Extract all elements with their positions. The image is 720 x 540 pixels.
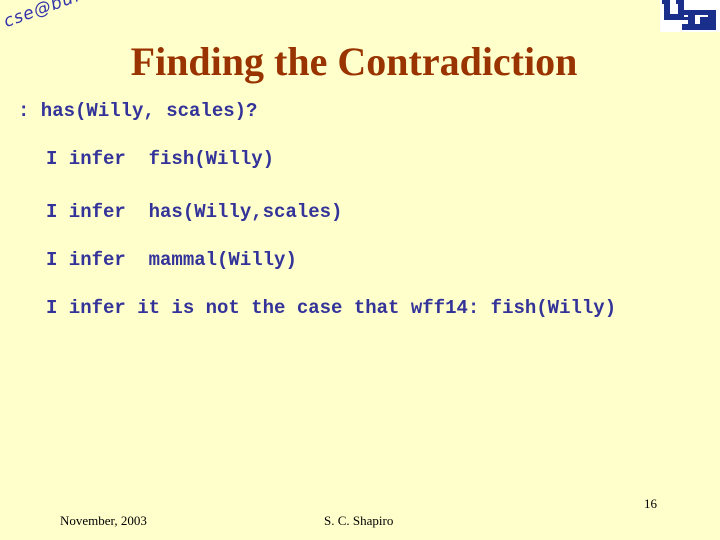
- inference-line: I infer it is not the case that wff14: f…: [46, 297, 617, 319]
- footer-author: S. C. Shapiro: [324, 513, 394, 528]
- inference-line: I infer fish(Willy): [46, 148, 275, 170]
- inference-line: I infer mammal(Willy): [46, 249, 297, 271]
- inference-line: I infer has(Willy,scales): [46, 201, 343, 223]
- query-line: : has(Willy, scales)?: [18, 100, 258, 122]
- page-number: 16: [644, 496, 657, 511]
- footer-date: November, 2003: [60, 513, 147, 528]
- cse-buffalo-logo: cse@buffalo: [1, 0, 117, 32]
- slide-title: Finding the Contradiction: [130, 39, 578, 84]
- ub-logo-icon: [660, 0, 720, 32]
